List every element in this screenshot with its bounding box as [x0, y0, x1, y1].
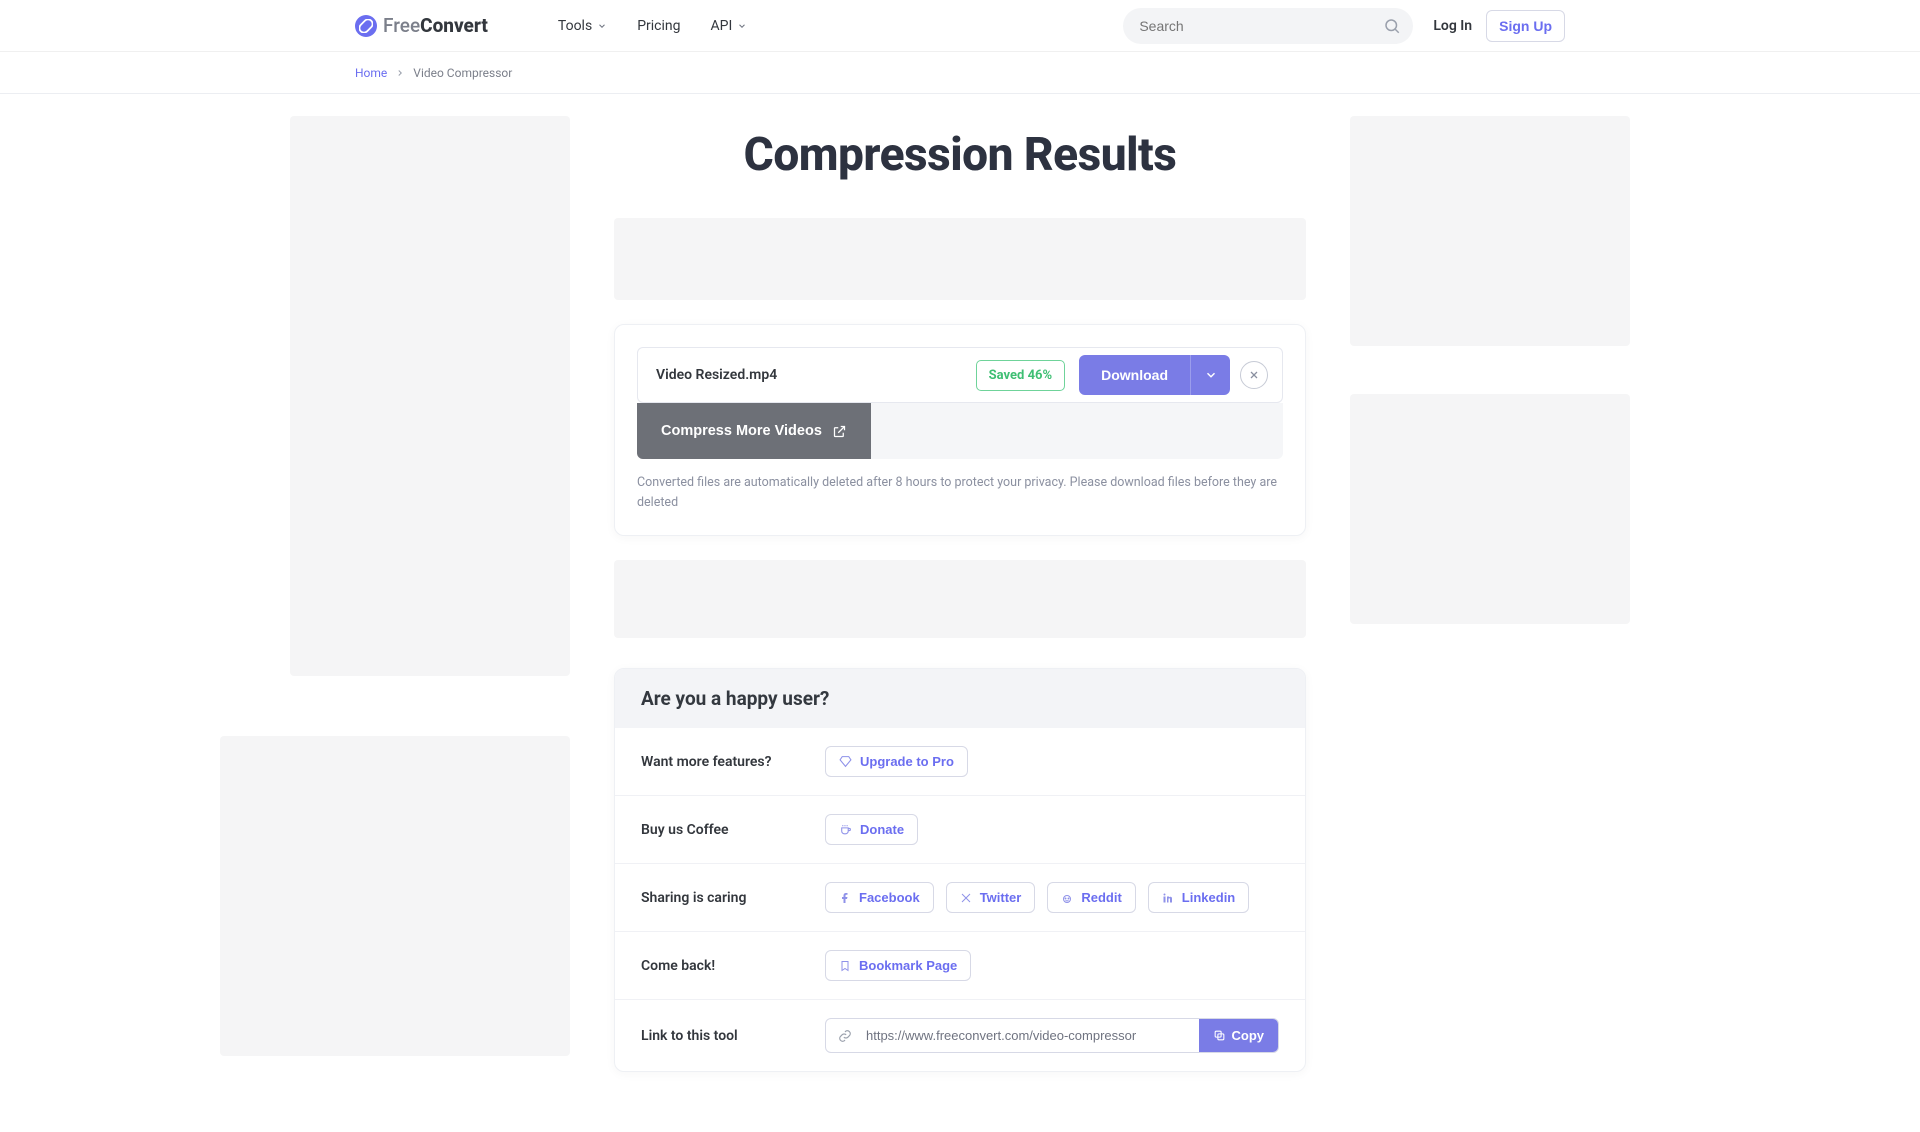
tool-link-field: Copy: [825, 1018, 1279, 1053]
download-button[interactable]: Download: [1079, 355, 1190, 395]
compress-more-row: Compress More Videos: [637, 403, 1283, 459]
search-box: [1123, 8, 1413, 44]
remove-file-button[interactable]: [1240, 361, 1268, 389]
auth-area: Log In Sign Up: [1433, 10, 1565, 42]
result-card: Video Resized.mp4 Saved 46% Download Com…: [614, 324, 1306, 536]
site-header: FreeConvert Tools Pricing API Log In Si: [0, 0, 1920, 52]
download-group: Download: [1079, 355, 1230, 395]
login-link[interactable]: Log In: [1433, 18, 1472, 34]
donate-button[interactable]: Donate: [825, 814, 918, 845]
site-logo[interactable]: FreeConvert: [355, 14, 488, 37]
compress-more-button[interactable]: Compress More Videos: [637, 403, 871, 459]
signup-button[interactable]: Sign Up: [1486, 10, 1565, 42]
coffee-icon: [839, 823, 852, 836]
happy-header-title: Are you a happy user?: [641, 687, 1279, 710]
nav-api-label: API: [711, 18, 733, 34]
row-sharing: Sharing is caring Facebook Twitter Reddi…: [615, 864, 1305, 932]
copy-icon: [1213, 1029, 1226, 1042]
privacy-note: Converted files are automatically delete…: [637, 473, 1283, 513]
page-title: Compression Results: [614, 128, 1306, 182]
nav-tools-label: Tools: [558, 18, 592, 34]
ad-placeholder: [1350, 116, 1630, 346]
logo-text-convert: Convert: [420, 14, 488, 37]
center-column: Compression Results Video Resized.mp4 Sa…: [590, 116, 1330, 1072]
bookmark-button[interactable]: Bookmark Page: [825, 950, 971, 981]
copy-link-button[interactable]: Copy: [1199, 1019, 1279, 1052]
copy-label: Copy: [1232, 1028, 1265, 1043]
nav-tools[interactable]: Tools: [558, 18, 607, 34]
share-linkedin-label: Linkedin: [1182, 890, 1235, 905]
ad-placeholder: [614, 218, 1306, 300]
twitter-icon: [960, 892, 972, 904]
logo-text-free: Free: [383, 14, 420, 37]
nav-pricing-label: Pricing: [637, 18, 680, 34]
chevron-down-icon: [1204, 368, 1218, 382]
ad-placeholder: [220, 736, 570, 1056]
external-link-icon: [832, 424, 847, 439]
row-coffee-label: Buy us Coffee: [641, 822, 801, 838]
nav-api[interactable]: API: [711, 18, 748, 34]
bookmark-label: Bookmark Page: [859, 958, 957, 973]
tool-link-input[interactable]: [862, 1019, 1199, 1052]
happy-header: Are you a happy user?: [615, 669, 1305, 728]
right-sidebar: [1350, 116, 1630, 1072]
logo-icon: [355, 15, 377, 37]
donate-label: Donate: [860, 822, 904, 837]
saved-badge: Saved 46%: [976, 360, 1065, 391]
link-icon: [826, 1019, 862, 1052]
reddit-icon: [1061, 892, 1073, 904]
row-comeback: Come back! Bookmark Page: [615, 932, 1305, 1000]
share-linkedin-button[interactable]: Linkedin: [1148, 882, 1249, 913]
chevron-right-icon: [395, 68, 405, 78]
facebook-icon: [839, 892, 851, 904]
primary-nav: Tools Pricing API: [558, 18, 747, 34]
breadcrumb-bar: Home Video Compressor: [0, 52, 1920, 94]
search-input[interactable]: [1123, 8, 1413, 44]
breadcrumb: Home Video Compressor: [355, 66, 1565, 80]
download-dropdown-button[interactable]: [1190, 355, 1230, 395]
share-reddit-button[interactable]: Reddit: [1047, 882, 1135, 913]
main-layout: Compression Results Video Resized.mp4 Sa…: [290, 94, 1630, 1132]
happy-user-card: Are you a happy user? Want more features…: [614, 668, 1306, 1072]
bookmark-icon: [839, 960, 851, 972]
nav-pricing[interactable]: Pricing: [637, 18, 680, 34]
result-row: Video Resized.mp4 Saved 46% Download: [637, 347, 1283, 403]
share-reddit-label: Reddit: [1081, 890, 1121, 905]
chevron-down-icon: [737, 21, 747, 31]
close-icon: [1248, 369, 1260, 381]
row-features: Want more features? Upgrade to Pro: [615, 728, 1305, 796]
breadcrumb-current: Video Compressor: [413, 66, 512, 80]
row-comeback-label: Come back!: [641, 958, 801, 974]
left-sidebar: [290, 116, 570, 1072]
row-coffee: Buy us Coffee Donate: [615, 796, 1305, 864]
diamond-icon: [839, 755, 852, 768]
share-facebook-label: Facebook: [859, 890, 920, 905]
row-sharing-label: Sharing is caring: [641, 890, 801, 906]
search-icon[interactable]: [1383, 17, 1401, 35]
share-twitter-button[interactable]: Twitter: [946, 882, 1036, 913]
row-link-label: Link to this tool: [641, 1028, 801, 1044]
row-features-label: Want more features?: [641, 754, 801, 770]
share-twitter-label: Twitter: [980, 890, 1022, 905]
upgrade-pro-label: Upgrade to Pro: [860, 754, 954, 769]
upgrade-pro-button[interactable]: Upgrade to Pro: [825, 746, 968, 777]
ad-placeholder: [1350, 394, 1630, 624]
result-file-name: Video Resized.mp4: [638, 367, 976, 383]
breadcrumb-home[interactable]: Home: [355, 66, 387, 80]
compress-more-label: Compress More Videos: [661, 423, 822, 439]
ad-placeholder: [614, 560, 1306, 638]
chevron-down-icon: [597, 21, 607, 31]
row-link: Link to this tool Copy: [615, 1000, 1305, 1071]
share-facebook-button[interactable]: Facebook: [825, 882, 934, 913]
ad-placeholder: [290, 116, 570, 676]
linkedin-icon: [1162, 892, 1174, 904]
